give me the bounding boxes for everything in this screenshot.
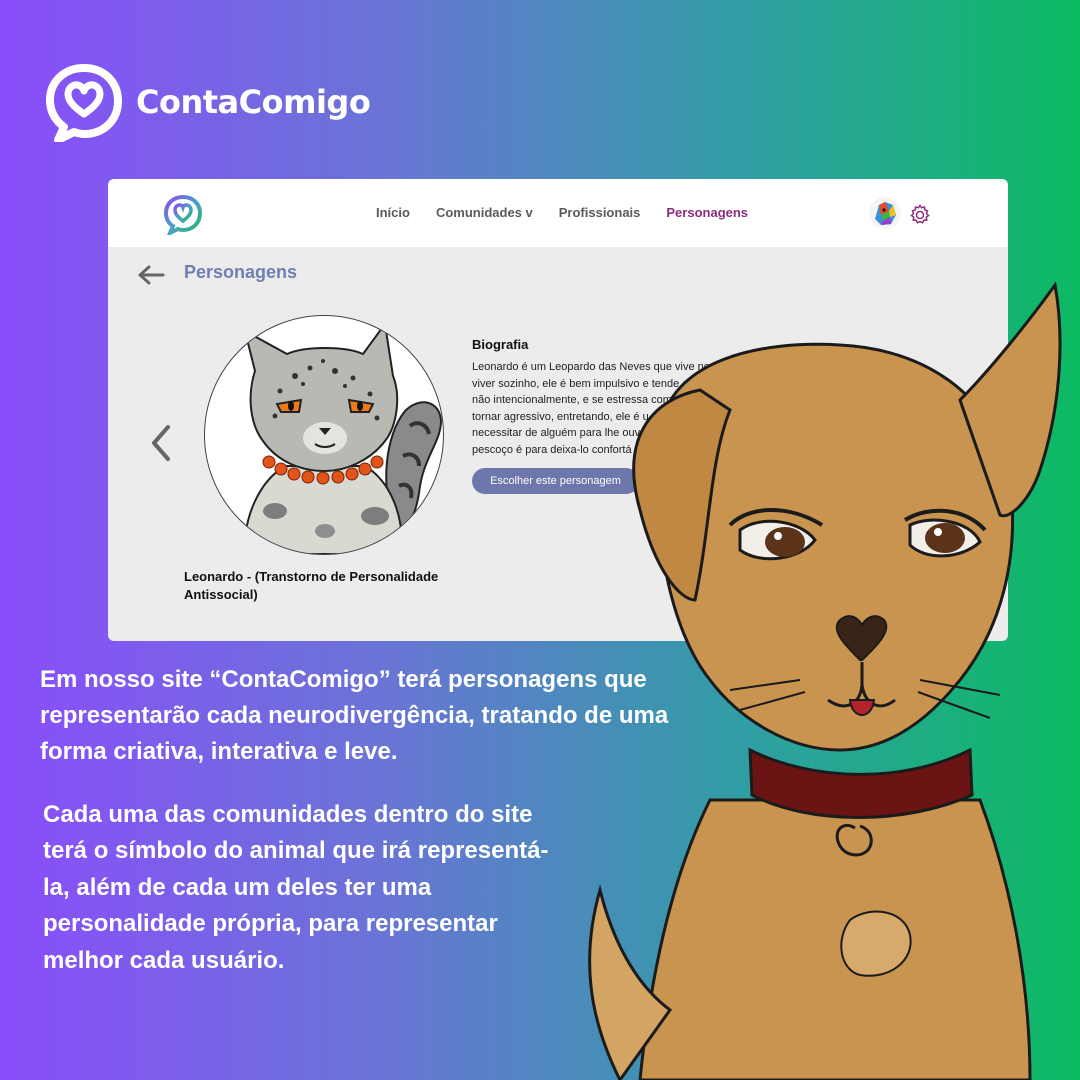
brand-name: ContaComigo bbox=[136, 83, 371, 121]
gear-icon[interactable] bbox=[908, 203, 932, 227]
page-title: Personagens bbox=[184, 262, 298, 282]
avatar[interactable] bbox=[869, 197, 901, 229]
nav-link-profissionais[interactable]: Profissionais bbox=[559, 205, 641, 220]
caption-communities: Cada uma das comunidades dentro do site … bbox=[43, 801, 549, 974]
character-name: Leonardo - (Transtorno de Personalidade … bbox=[184, 569, 439, 602]
nav-links: Início Comunidades v Profissionais Perso… bbox=[376, 205, 748, 220]
site-logo-icon[interactable] bbox=[162, 193, 204, 235]
top-nav: Início Comunidades v Profissionais Perso… bbox=[108, 179, 1008, 247]
arrow-left-icon[interactable] bbox=[136, 263, 166, 287]
chevron-left-icon[interactable] bbox=[148, 423, 174, 463]
bio-title: Biografia bbox=[472, 337, 529, 352]
speech-heart-icon bbox=[46, 64, 122, 142]
nav-link-inicio[interactable]: Início bbox=[376, 205, 410, 220]
character-portrait bbox=[204, 315, 444, 555]
nav-link-personagens[interactable]: Personagens bbox=[666, 205, 748, 220]
brand: ContaComigo bbox=[44, 62, 371, 142]
nav-link-comunidades[interactable]: Comunidades v bbox=[436, 205, 533, 220]
snow-leopard-illustration bbox=[243, 321, 443, 554]
caption-characters: Em nosso site “ContaComigo” terá persona… bbox=[40, 666, 669, 765]
